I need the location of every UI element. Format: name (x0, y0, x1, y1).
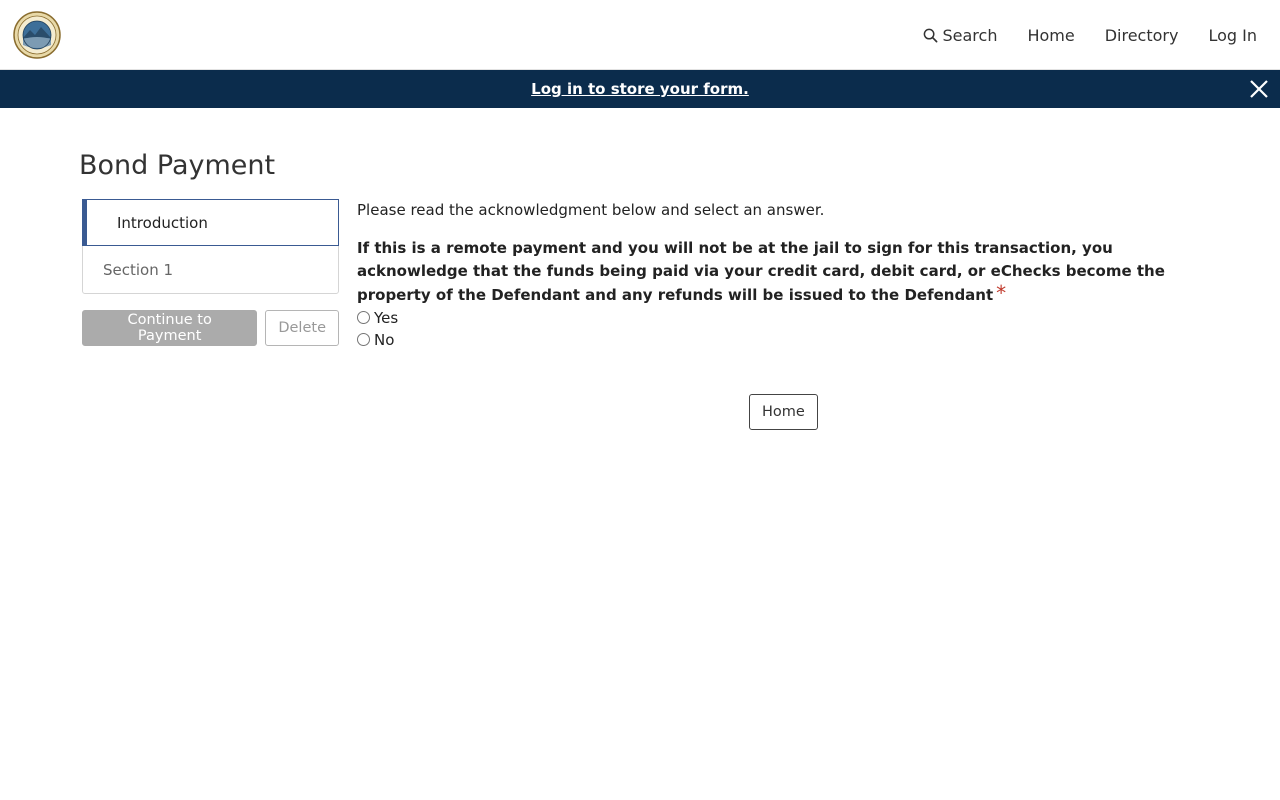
continue-to-payment-button[interactable]: Continue to Payment (82, 310, 258, 346)
form-content: Please read the acknowledgment below and… (357, 198, 1217, 351)
section-list: Introduction Section 1 (82, 199, 339, 294)
required-marker: * (996, 281, 1007, 305)
page-title: Bond Payment (79, 150, 276, 181)
nav-search[interactable]: Search (908, 0, 1013, 70)
radio-no[interactable] (357, 333, 370, 346)
nav-login[interactable]: Log In (1193, 0, 1280, 70)
nav-directory-label: Directory (1104, 25, 1179, 45)
close-icon[interactable] (1248, 78, 1270, 100)
nav-home[interactable]: Home (1012, 0, 1089, 70)
option-yes-label: Yes (374, 308, 399, 327)
option-yes[interactable]: Yes (357, 307, 1217, 329)
section-item-section-1[interactable]: Section 1 (83, 246, 338, 293)
section-item-introduction[interactable]: Introduction (82, 199, 339, 246)
section-item-label: Introduction (117, 213, 208, 232)
site-header: Search Home Directory Log In (0, 0, 1280, 70)
county-seal-logo[interactable] (13, 11, 61, 59)
form-sections-sidebar: Introduction Section 1 Continue to Payme… (82, 199, 339, 346)
section-item-label: Section 1 (103, 260, 174, 279)
nav-search-label: Search (942, 25, 998, 45)
search-icon (923, 28, 938, 43)
home-button[interactable]: Home (749, 394, 818, 430)
nav-login-label: Log In (1208, 25, 1257, 45)
delete-button[interactable]: Delete (265, 310, 339, 346)
radio-yes[interactable] (357, 311, 370, 324)
nav-directory[interactable]: Directory (1090, 0, 1194, 70)
acknowledgment-question: If this is a remote payment and you will… (357, 237, 1217, 307)
form-instruction: Please read the acknowledgment below and… (357, 201, 825, 219)
question-text: If this is a remote payment and you will… (357, 239, 1165, 304)
login-banner: Log in to store your form. (0, 70, 1280, 108)
login-banner-link[interactable]: Log in to store your form. (531, 80, 749, 98)
option-no-label: No (374, 330, 395, 349)
option-no[interactable]: No (357, 329, 1217, 351)
sidebar-actions: Continue to Payment Delete (82, 310, 339, 346)
nav-home-label: Home (1027, 25, 1075, 45)
main-nav: Search Home Directory Log In (908, 0, 1280, 70)
